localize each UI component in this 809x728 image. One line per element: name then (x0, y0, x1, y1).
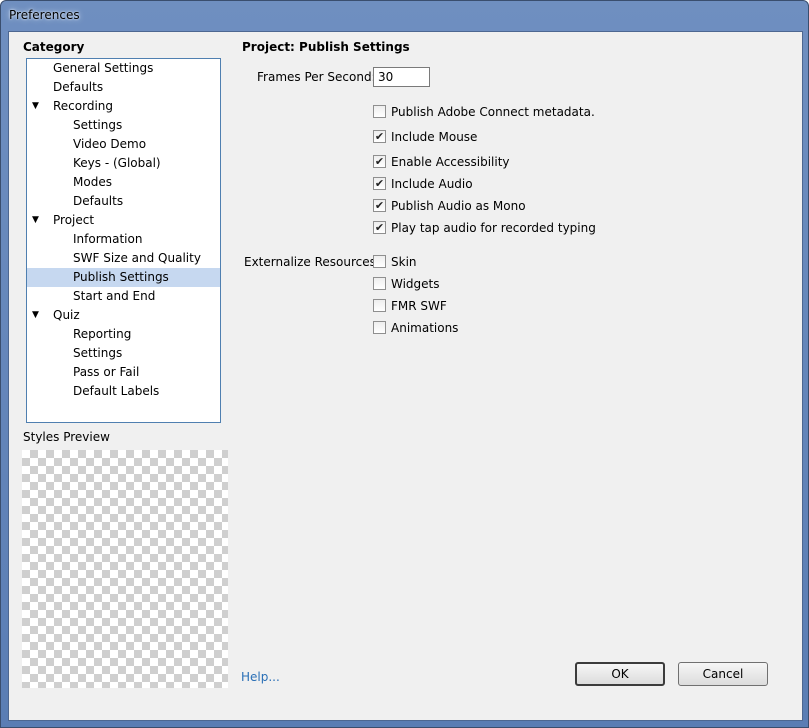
expand-triangle-icon[interactable]: ▼ (32, 306, 39, 325)
tree-item-label: Publish Settings (73, 270, 169, 284)
checkbox-label: Skin (391, 255, 417, 269)
tree-item-pass-or-fail[interactable]: Pass or Fail (27, 363, 220, 382)
styles-preview-area (22, 450, 228, 688)
tree-item-label: Default Labels (73, 384, 160, 398)
checkbox-label: Widgets (391, 277, 440, 291)
category-tree[interactable]: General Settings Defaults ▼ Recording Se… (26, 58, 221, 423)
checkbox-box[interactable] (373, 105, 386, 118)
fps-input[interactable] (373, 67, 430, 87)
expand-triangle-icon[interactable]: ▼ (32, 97, 39, 116)
tree-item-label: General Settings (53, 61, 154, 75)
expand-triangle-icon[interactable]: ▼ (32, 211, 39, 230)
tree-item-label: Information (73, 232, 143, 246)
checkbox-label: FMR SWF (391, 299, 447, 313)
tree-item-label: Reporting (73, 327, 132, 341)
checkbox-label: Include Audio (391, 177, 473, 191)
tree-item-quiz-settings[interactable]: Settings (27, 344, 220, 363)
fps-label: Frames Per Second: (257, 70, 376, 84)
tree-item-label: Keys - (Global) (73, 156, 161, 170)
window-title: Preferences (9, 8, 80, 22)
checkbox-box[interactable]: ✔ (373, 177, 386, 190)
tree-item-publish-settings[interactable]: Publish Settings (27, 268, 220, 287)
checkbox-label: Enable Accessibility (391, 155, 510, 169)
tree-item-information[interactable]: Information (27, 230, 220, 249)
help-link[interactable]: Help... (241, 670, 280, 684)
tree-item-recording[interactable]: ▼ Recording (27, 97, 220, 116)
tree-item-label: Project (53, 213, 95, 227)
tree-item-video-demo[interactable]: Video Demo (27, 135, 220, 154)
checkbox-label: Include Mouse (391, 130, 478, 144)
tree-item-reporting[interactable]: Reporting (27, 325, 220, 344)
cancel-button[interactable]: Cancel (678, 662, 768, 686)
tree-item-general-settings[interactable]: General Settings (27, 59, 220, 78)
tree-item-label: Start and End (73, 289, 156, 303)
checkbox-label: Play tap audio for recorded typing (391, 221, 596, 235)
tree-item-quiz[interactable]: ▼ Quiz (27, 306, 220, 325)
tree-item-label: Video Demo (73, 137, 147, 151)
checkbox-box[interactable] (373, 321, 386, 334)
category-label: Category (23, 40, 85, 54)
tree-item-modes[interactable]: Modes (27, 173, 220, 192)
dialog-body: Category General Settings Defaults ▼ Rec… (8, 31, 803, 721)
checkbox-box[interactable]: ✔ (373, 130, 386, 143)
tree-item-label: Defaults (73, 194, 124, 208)
tree-item-label: Modes (73, 175, 112, 189)
checkbox-box[interactable]: ✔ (373, 155, 386, 168)
tree-item-label: Settings (73, 118, 123, 132)
checkbox-box[interactable] (373, 277, 386, 290)
tree-item-default-labels[interactable]: Default Labels (27, 382, 220, 401)
tree-item-label: Defaults (53, 80, 104, 94)
checkbox-box[interactable]: ✔ (373, 221, 386, 234)
checkbox-label: Publish Adobe Connect metadata. (391, 105, 595, 119)
externalize-resources-label: Externalize Resources: (244, 255, 380, 269)
tree-item-project[interactable]: ▼ Project (27, 211, 220, 230)
ok-button[interactable]: OK (575, 662, 665, 686)
tree-item-recording-defaults[interactable]: Defaults (27, 192, 220, 211)
tree-item-recording-settings[interactable]: Settings (27, 116, 220, 135)
tree-item-keys-global[interactable]: Keys - (Global) (27, 154, 220, 173)
title-bar[interactable]: Preferences (1, 1, 808, 31)
tree-item-label: Quiz (53, 308, 80, 322)
tree-item-label: Pass or Fail (73, 365, 140, 379)
tree-item-label: Settings (73, 346, 123, 360)
styles-preview-label: Styles Preview (23, 430, 110, 444)
tree-item-label: Recording (53, 99, 114, 113)
preferences-window: Preferences Category General Settings De… (0, 0, 809, 728)
checkbox-box[interactable] (373, 299, 386, 312)
checkbox-label: Publish Audio as Mono (391, 199, 526, 213)
tree-item-start-end[interactable]: Start and End (27, 287, 220, 306)
tree-item-swf-size-quality[interactable]: SWF Size and Quality (27, 249, 220, 268)
tree-item-label: SWF Size and Quality (73, 251, 201, 265)
tree-item-defaults[interactable]: Defaults (27, 78, 220, 97)
checkbox-label: Animations (391, 321, 459, 335)
panel-title: Project: Publish Settings (242, 40, 410, 54)
checkbox-box[interactable] (373, 255, 386, 268)
checkbox-box[interactable]: ✔ (373, 199, 386, 212)
